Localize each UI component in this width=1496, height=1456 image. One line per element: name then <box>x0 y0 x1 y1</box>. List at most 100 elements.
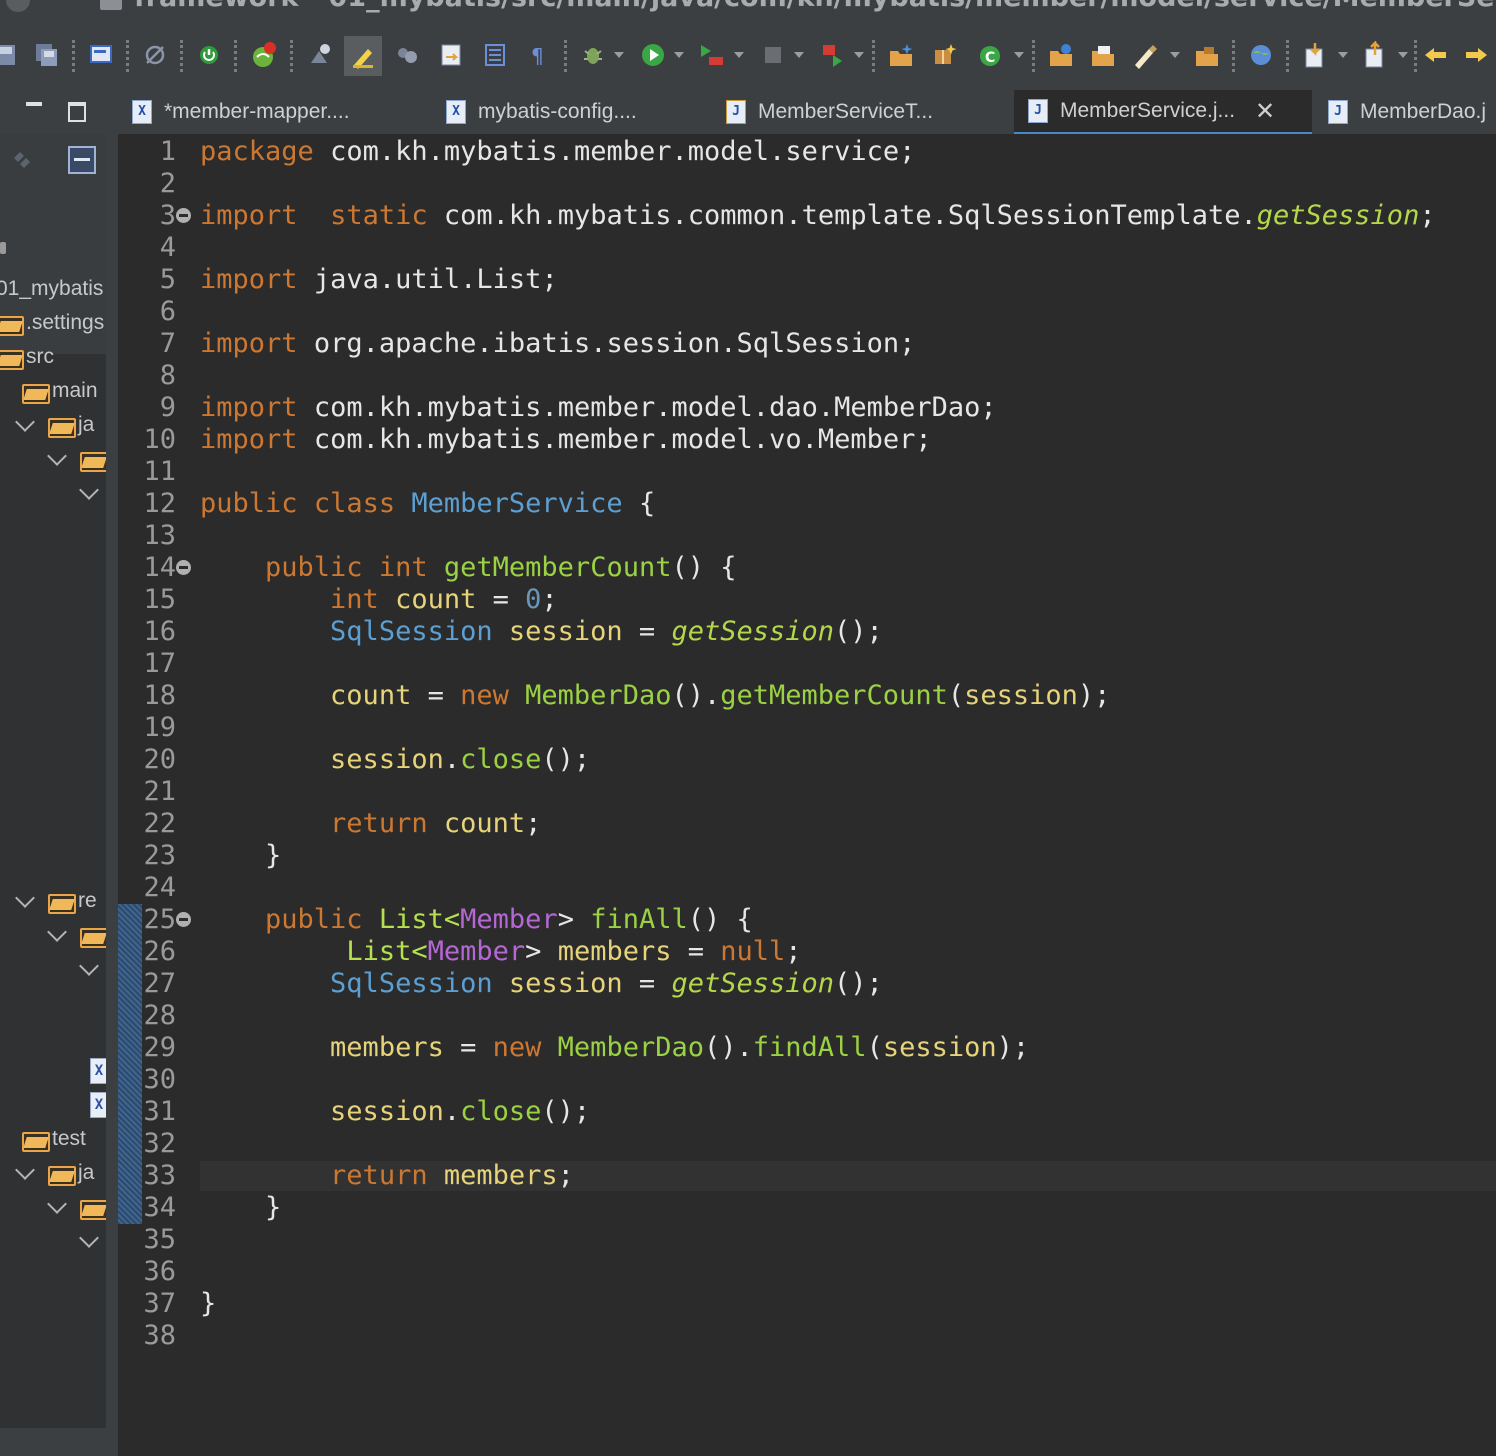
code-line[interactable]: 12 public class MemberService { <box>118 488 1496 520</box>
code-line[interactable]: 13 <box>118 520 1496 552</box>
code-line[interactable]: 34 } <box>118 1192 1496 1224</box>
external-tools-dropdown-icon[interactable] <box>854 52 864 58</box>
tree-item-res-package[interactable] <box>47 920 106 950</box>
console-icon[interactable] <box>86 40 116 70</box>
code-line[interactable]: 25 public List<Member> finAll() { <box>118 904 1496 936</box>
chevron-down-icon[interactable] <box>47 446 67 466</box>
tab-mybatis-config[interactable]: X mybatis-config.... <box>446 90 637 134</box>
next-edit-dropdown-icon[interactable] <box>1338 52 1348 58</box>
code-line[interactable]: 36 <box>118 1256 1496 1288</box>
debug-dropdown-icon[interactable] <box>614 52 624 58</box>
external-tools-icon[interactable] <box>818 40 848 70</box>
code-line[interactable]: 15 int count = 0; <box>118 584 1496 616</box>
chevron-down-icon[interactable] <box>79 480 99 500</box>
open-type-icon[interactable] <box>304 40 334 70</box>
tab-member-mapper[interactable]: X *member-mapper.... <box>132 90 350 134</box>
skip-breakpoints-icon[interactable] <box>140 40 170 70</box>
sash-handle[interactable] <box>0 242 6 254</box>
tree-item-xml-file[interactable]: X <box>90 1056 106 1086</box>
code-line[interactable]: 32 <box>118 1128 1496 1160</box>
block-selection-icon[interactable] <box>480 40 510 70</box>
stop-dropdown-icon[interactable] <box>794 52 804 58</box>
spring-notification-icon[interactable] <box>248 40 278 70</box>
chevron-down-icon[interactable] <box>47 1194 67 1214</box>
run-server-dropdown-icon[interactable] <box>734 52 744 58</box>
code-line[interactable]: 35 <box>118 1224 1496 1256</box>
minimize-icon[interactable] <box>26 102 42 106</box>
tab-member-service[interactable]: J MemberService.j... ✕ <box>1014 90 1312 136</box>
next-edit-icon[interactable] <box>1300 40 1330 70</box>
tree-item-src[interactable]: src <box>0 342 54 372</box>
close-tab-icon[interactable]: ✕ <box>1255 97 1275 126</box>
tree-item-res-subpackage[interactable] <box>79 954 99 984</box>
save-icon[interactable] <box>0 40 22 70</box>
highlight-icon[interactable] <box>344 36 382 76</box>
tree-item-project[interactable]: 01_mybatis <box>0 274 103 304</box>
debug-icon[interactable] <box>578 40 608 70</box>
chevron-down-icon[interactable] <box>79 1228 99 1248</box>
code-line[interactable]: 24 <box>118 872 1496 904</box>
code-line[interactable]: 21 <box>118 776 1496 808</box>
fold-collapse-icon[interactable] <box>176 560 191 575</box>
link-editor-icon[interactable] <box>10 146 34 170</box>
tree-item-test-subpackage[interactable] <box>79 1226 99 1256</box>
tab-member-service-test[interactable]: J MemberServiceT... <box>726 90 933 134</box>
chevron-down-icon[interactable] <box>15 1160 35 1180</box>
pen-tool-icon[interactable] <box>1130 40 1160 70</box>
new-class-dropdown-icon[interactable] <box>1014 52 1024 58</box>
fold-collapse-icon[interactable] <box>176 208 191 223</box>
show-whitespace-icon[interactable]: ¶ <box>524 40 554 70</box>
code-line[interactable]: 4 <box>118 232 1496 264</box>
code-line[interactable]: 9 import com.kh.mybatis.member.model.dao.… <box>118 392 1496 424</box>
code-line[interactable]: 19 <box>118 712 1496 744</box>
tree-item-test-package[interactable] <box>47 1192 106 1222</box>
tree-item-main[interactable]: main <box>22 376 98 406</box>
code-line[interactable]: 10 import com.kh.mybatis.member.model.vo.… <box>118 424 1496 456</box>
back-icon[interactable] <box>1420 40 1450 70</box>
code-line[interactable]: 3 import static com.kh.mybatis.common.tem… <box>118 200 1496 232</box>
fold-collapse-icon[interactable] <box>176 912 191 927</box>
code-line[interactable]: 17 <box>118 648 1496 680</box>
open-folder-icon[interactable] <box>1088 40 1118 70</box>
open-resource-icon[interactable] <box>1192 40 1222 70</box>
code-editor[interactable]: 1 package com.kh.mybatis.member.model.ser… <box>118 134 1496 1456</box>
maximize-icon[interactable] <box>68 102 86 122</box>
terminate-icon[interactable] <box>194 40 224 70</box>
code-line[interactable]: 11 <box>118 456 1496 488</box>
run-icon[interactable] <box>638 40 668 70</box>
code-line[interactable]: 28 <box>118 1000 1496 1032</box>
code-line[interactable]: 5 import java.util.List; <box>118 264 1496 296</box>
code-line[interactable]: 23 } <box>118 840 1496 872</box>
tree-item-test[interactable]: test <box>22 1124 86 1154</box>
code-line[interactable]: 26 List<Member> members = null; <box>118 936 1496 968</box>
new-java-project-icon[interactable] <box>886 40 916 70</box>
forward-icon[interactable] <box>1462 40 1492 70</box>
save-all-icon[interactable] <box>32 40 62 70</box>
code-line[interactable]: 27 SqlSession session = getSession(); <box>118 968 1496 1000</box>
code-line[interactable]: 38 <box>118 1320 1496 1352</box>
code-line[interactable]: 7 import org.apache.ibatis.session.SqlSes… <box>118 328 1496 360</box>
run-server-icon[interactable] <box>696 40 726 70</box>
open-task-icon[interactable] <box>1046 40 1076 70</box>
chevron-down-icon[interactable] <box>15 888 35 908</box>
code-line[interactable]: 20 session.close(); <box>118 744 1496 776</box>
code-line[interactable]: 22 return count; <box>118 808 1496 840</box>
run-dropdown-icon[interactable] <box>674 52 684 58</box>
tree-item-package-2[interactable] <box>79 478 99 508</box>
chevron-down-icon[interactable] <box>79 956 99 976</box>
tree-item-settings[interactable]: .settings <box>0 308 104 338</box>
tree-item-java-main[interactable]: ja <box>15 410 94 440</box>
tree-item-xml-file[interactable]: X <box>90 1090 106 1120</box>
code-line[interactable]: 37} <box>118 1288 1496 1320</box>
code-line[interactable]: 31 session.close(); <box>118 1096 1496 1128</box>
code-line[interactable]: 14 public int getMemberCount() { <box>118 552 1496 584</box>
code-line[interactable]: 33 return members; <box>118 1160 1496 1192</box>
code-line[interactable]: 8 <box>118 360 1496 392</box>
previous-edit-icon[interactable] <box>1360 40 1390 70</box>
new-class-icon[interactable]: C <box>976 40 1006 70</box>
code-line[interactable]: 18 count = new MemberDao().getMemberCoun… <box>118 680 1496 712</box>
code-line[interactable]: 16 SqlSession session = getSession(); <box>118 616 1496 648</box>
pen-tool-dropdown-icon[interactable] <box>1170 52 1180 58</box>
chevron-down-icon[interactable] <box>47 922 67 942</box>
new-package-icon[interactable] <box>930 40 960 70</box>
